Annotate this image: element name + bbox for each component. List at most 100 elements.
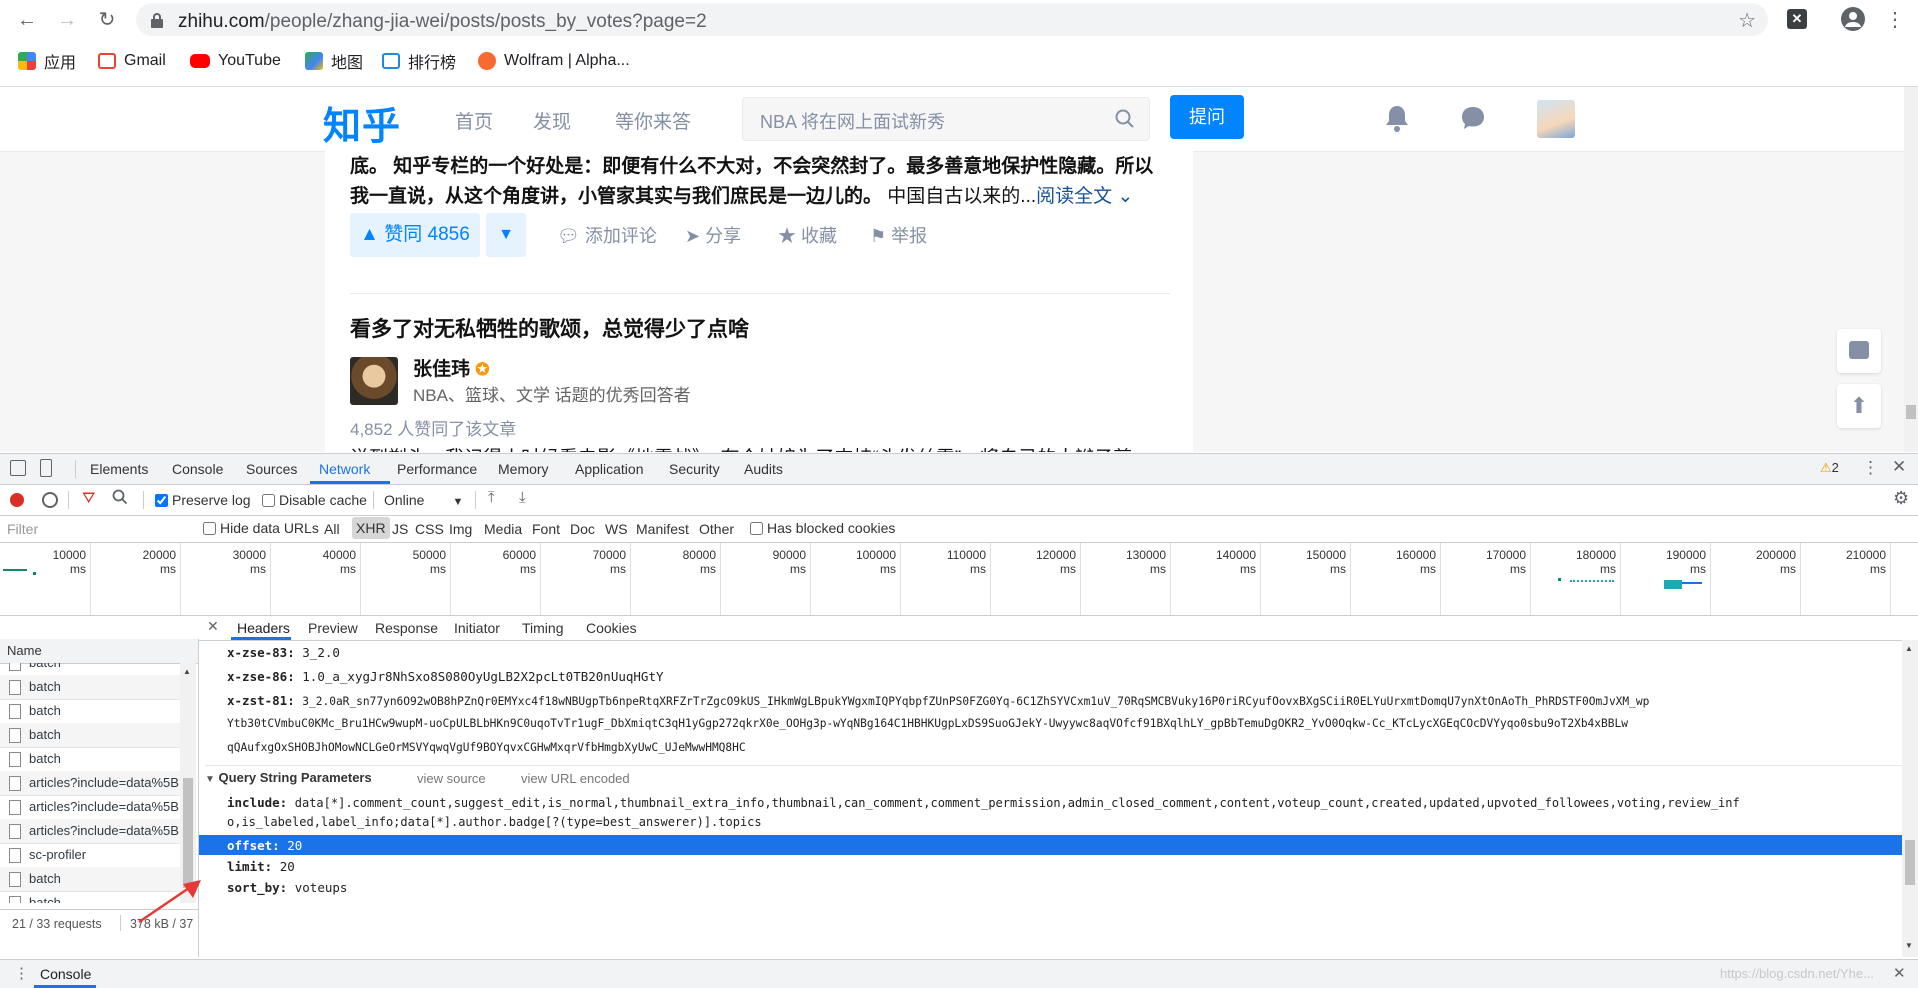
request-row[interactable]: articles?include=data%5B: [0, 795, 180, 820]
page-scrollbar[interactable]: [1904, 87, 1918, 452]
detail-scrollbar[interactable]: ▲ ▼: [1902, 640, 1918, 957]
record-icon[interactable]: [10, 493, 24, 507]
author-avatar[interactable]: [350, 357, 398, 405]
bookmark-wolfram[interactable]: Wolfram | Alpha...: [478, 48, 630, 74]
filter-media[interactable]: Media: [484, 521, 522, 537]
profile-avatar-icon[interactable]: [1841, 7, 1865, 31]
close-detail-icon[interactable]: ✕: [207, 618, 219, 635]
name-column-header[interactable]: Name: [0, 639, 198, 664]
side-button[interactable]: [1837, 329, 1881, 373]
search-icon[interactable]: [1115, 109, 1135, 132]
drawer-menu-icon[interactable]: ⋮: [14, 964, 29, 982]
back-to-top-button[interactable]: ⬆: [1837, 384, 1881, 428]
bookmark-youtube[interactable]: YouTube: [190, 48, 281, 74]
filter-other[interactable]: Other: [699, 521, 734, 537]
nav-home[interactable]: 首页: [455, 107, 493, 134]
user-avatar[interactable]: [1537, 100, 1575, 138]
view-url-encoded-link[interactable]: view URL encoded: [521, 771, 630, 786]
zhihu-logo[interactable]: 知乎: [323, 95, 401, 150]
address-bar[interactable]: zhihu.com/people/zhang-jia-wei/posts/pos…: [136, 3, 1768, 36]
filter-img[interactable]: Img: [449, 521, 472, 537]
filter-css[interactable]: CSS: [415, 521, 444, 537]
filter-all[interactable]: All: [324, 521, 340, 537]
post-title[interactable]: 看多了对无私牺牲的歌颂，总觉得少了点啥: [350, 313, 749, 343]
tab-cookies[interactable]: Cookies: [586, 620, 637, 636]
bookmark-star-icon[interactable]: ☆: [1738, 8, 1756, 33]
disable-cache-checkbox[interactable]: Disable cache: [262, 492, 367, 508]
report-button[interactable]: ⚑ 举报: [870, 222, 927, 248]
tab-response[interactable]: Response: [375, 620, 438, 636]
request-row[interactable]: batch: [0, 723, 180, 748]
request-list-scrollbar[interactable]: ▲: [180, 663, 196, 903]
downvote-button[interactable]: ▼: [486, 213, 526, 257]
filter-ws[interactable]: WS: [605, 521, 628, 537]
author-name[interactable]: 张佳玮 ✪: [413, 354, 490, 381]
tab-audits[interactable]: Audits: [744, 461, 783, 477]
throttling-select[interactable]: Online ▼: [384, 492, 463, 508]
nav-discover[interactable]: 发现: [533, 107, 571, 134]
tab-network[interactable]: Network: [319, 461, 370, 477]
tab-console[interactable]: Console: [172, 461, 223, 477]
request-row[interactable]: batch: [0, 699, 180, 724]
bookmark-gmail[interactable]: Gmail: [98, 48, 166, 74]
tab-initiator[interactable]: Initiator: [454, 620, 500, 636]
search-input[interactable]: NBA 将在网上面试新秀: [760, 108, 945, 134]
request-row[interactable]: sc-profiler: [0, 843, 180, 868]
tab-memory[interactable]: Memory: [498, 461, 549, 477]
ask-question-button[interactable]: 提问: [1170, 95, 1244, 139]
request-row[interactable]: articles?include=data%5B: [0, 771, 180, 796]
filter-input[interactable]: Filter: [7, 521, 187, 537]
selected-param-highlight[interactable]: offset: 20: [199, 835, 1902, 855]
import-har-icon[interactable]: ⤒: [488, 489, 495, 506]
scrollbar-thumb[interactable]: [183, 778, 193, 888]
filter-manifest[interactable]: Manifest: [636, 521, 689, 537]
export-har-icon[interactable]: ⤓: [519, 489, 526, 506]
close-drawer-icon[interactable]: ✕: [1893, 964, 1906, 982]
scrollbar-thumb[interactable]: [1906, 405, 1916, 419]
messages-icon[interactable]: [1460, 105, 1486, 134]
hide-data-urls-checkbox[interactable]: Hide data URLs: [203, 520, 319, 536]
filter-icon[interactable]: ⛛: [82, 490, 95, 508]
zhihu-search-box[interactable]: NBA 将在网上面试新秀: [742, 97, 1150, 141]
filter-doc[interactable]: Doc: [570, 521, 595, 537]
bookmark-maps[interactable]: 地图: [305, 48, 363, 74]
share-button[interactable]: ➤ 分享: [685, 222, 741, 248]
view-source-link[interactable]: view source: [417, 771, 486, 786]
inspect-element-icon[interactable]: [10, 460, 26, 476]
tab-application[interactable]: Application: [575, 461, 644, 477]
forward-icon[interactable]: →: [52, 7, 82, 33]
request-row[interactable]: batch: [0, 747, 180, 772]
search-icon[interactable]: [112, 489, 128, 508]
warnings-counter[interactable]: ⚠2: [1820, 460, 1839, 476]
add-comment-button[interactable]: 💬︎ 添加评论: [557, 222, 657, 248]
back-icon[interactable]: ←: [12, 7, 42, 33]
request-row[interactable]: articles?include=data%5B: [0, 819, 180, 844]
filter-font[interactable]: Font: [532, 521, 560, 537]
tab-security[interactable]: Security: [669, 461, 720, 477]
nav-waiting-answers[interactable]: 等你来答: [615, 107, 691, 134]
close-devtools-icon[interactable]: ✕: [1892, 457, 1906, 477]
notification-bell-icon[interactable]: [1384, 104, 1410, 135]
chrome-menu-icon[interactable]: ⋮: [1885, 7, 1905, 32]
tab-headers[interactable]: Headers: [237, 620, 290, 636]
settings-gear-icon[interactable]: ⚙: [1893, 488, 1909, 509]
tab-performance[interactable]: Performance: [397, 461, 477, 477]
filter-xhr[interactable]: XHR: [352, 517, 390, 539]
upvote-button[interactable]: ▲ 赞同 4856: [350, 213, 480, 257]
clear-icon[interactable]: [42, 492, 58, 508]
extension-icon[interactable]: ✕: [1787, 9, 1807, 29]
network-overview-timeline[interactable]: 10000 ms 20000 ms 30000 ms 40000 ms 50000 ms…: [0, 543, 1918, 616]
request-row[interactable]: batch: [0, 675, 180, 700]
preserve-log-checkbox[interactable]: Preserve log: [155, 492, 251, 508]
tab-timing[interactable]: Timing: [522, 620, 564, 636]
filter-js[interactable]: JS: [392, 521, 408, 537]
tab-sources[interactable]: Sources: [246, 461, 297, 477]
collect-button[interactable]: ★ 收藏: [778, 222, 837, 248]
scrollbar-thumb[interactable]: [1905, 840, 1915, 885]
console-drawer-tab[interactable]: Console: [40, 966, 91, 982]
tab-elements[interactable]: Elements: [90, 461, 148, 477]
bookmark-ranking[interactable]: 排行榜: [382, 48, 456, 74]
tab-preview[interactable]: Preview: [308, 620, 358, 636]
device-toolbar-icon[interactable]: [40, 459, 52, 477]
has-blocked-cookies-checkbox[interactable]: Has blocked cookies: [750, 520, 895, 536]
